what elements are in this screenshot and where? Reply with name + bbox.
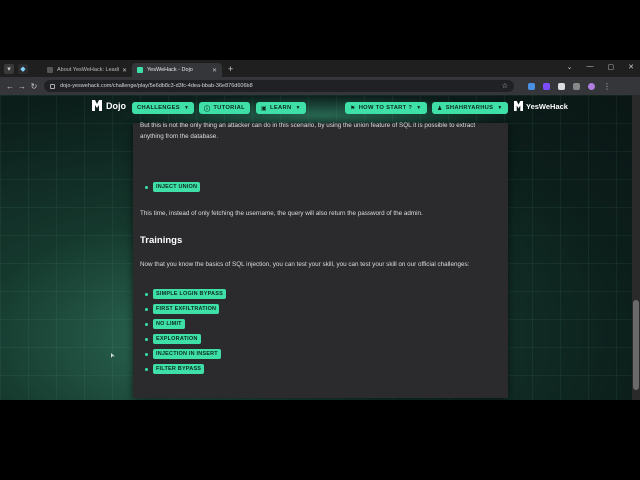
challenge-first-exfiltration-link[interactable]: FIRST EXFILTRATION <box>153 304 220 314</box>
user-icon: ♟ <box>437 105 443 112</box>
paragraph-password: This time, instead of only fetching the … <box>140 210 423 217</box>
window-controls: ⌄ — ▢ ✕ <box>567 63 634 71</box>
new-tab-icon[interactable]: + <box>228 64 233 74</box>
bullet <box>145 367 148 371</box>
scrollbar-thumb[interactable] <box>633 300 639 390</box>
close-tab-icon[interactable]: ✕ <box>212 67 217 74</box>
logo-text: Dojo <box>106 100 126 111</box>
challenges-label: CHALLENGES <box>137 105 180 111</box>
user-menu-button[interactable]: ♟ SHAHRYARHUS ▼ <box>432 102 508 114</box>
site-navbar: Dojo CHALLENGES ▼ ⓘ TUTORIAL ▣ LEARN ▼ ⚑ HOW … <box>0 95 640 119</box>
close-tab-icon[interactable]: ✕ <box>122 67 127 74</box>
pinned-tab-icon[interactable]: ◆ <box>18 63 28 74</box>
chevron-down-icon[interactable]: ⌄ <box>567 63 573 71</box>
bullet <box>145 307 148 311</box>
dojo-logo[interactable]: Dojo <box>92 100 126 111</box>
close-icon[interactable]: ✕ <box>628 63 634 71</box>
letterbox-bottom <box>0 400 640 480</box>
inject-union-link[interactable]: INJECT UNION <box>153 182 201 192</box>
yeswehack-logo-icon <box>514 101 523 111</box>
forward-icon[interactable]: → <box>16 82 28 91</box>
challenge-exploration-link[interactable]: EXPLORATION <box>153 334 201 344</box>
bookmark-star-icon[interactable]: ☆ <box>502 82 508 90</box>
bullet <box>145 352 148 356</box>
page-viewport: Dojo CHALLENGES ▼ ⓘ TUTORIAL ▣ LEARN ▼ ⚑ HOW … <box>0 95 640 400</box>
letterbox-top <box>0 0 640 60</box>
tab-about-yeswehack[interactable]: About YesWeHack: Leading Bu ✕ <box>42 63 132 77</box>
maximize-icon[interactable]: ▢ <box>608 63 615 71</box>
bullet <box>145 185 148 189</box>
tutorial-content-card: But this is not the only thing an attack… <box>133 122 508 398</box>
tutorial-label: TUTORIAL <box>213 105 245 111</box>
learn-label: LEARN <box>269 105 292 111</box>
extension-icon[interactable] <box>528 82 535 90</box>
caret-down-icon: ▼ <box>497 105 503 111</box>
page-scrollbar[interactable] <box>632 95 640 400</box>
extension-icon[interactable] <box>543 82 550 90</box>
caret-down-icon: ▼ <box>183 105 190 111</box>
flag-icon: ⚑ <box>350 105 356 112</box>
url-text: dojo-yeswehack.com/challenge/play/5e6db8… <box>60 83 253 89</box>
caret-down-icon: ▼ <box>295 105 301 111</box>
site-info-icon[interactable] <box>50 83 55 89</box>
paragraph-union: But this is not the only thing an attack… <box>140 122 476 140</box>
tab-title: About YesWeHack: Leading Bu <box>57 67 119 73</box>
extensions-puzzle-icon[interactable] <box>573 82 580 90</box>
info-icon: ⓘ <box>204 106 211 113</box>
tab-title: YesWeHack - Dojo <box>147 67 193 73</box>
username-label: SHAHRYARHUS <box>445 105 494 111</box>
favicon-icon <box>137 67 143 73</box>
caret-down-icon: ▼ <box>416 105 422 111</box>
brand-text: YesWeHack <box>526 101 568 111</box>
tab-strip: ▾ ◆ About YesWeHack: Leading Bu ✕ YesWeH… <box>0 60 640 77</box>
extension-icon[interactable] <box>558 82 565 90</box>
menu-icon[interactable]: ⋮ <box>601 82 613 91</box>
tutorial-button[interactable]: ⓘ TUTORIAL <box>199 102 250 114</box>
challenge-no-limit-link[interactable]: NO LIMIT <box>153 319 185 329</box>
minimize-icon[interactable]: — <box>587 63 594 71</box>
challenge-injection-in-insert-link[interactable]: INJECTION IN INSERT <box>153 349 221 359</box>
list-item: FILTER BYPASS <box>145 364 205 374</box>
list-item: SIMPLE LOGIN BYPASS <box>145 289 226 299</box>
bullet <box>145 322 148 326</box>
learn-menu-button[interactable]: ▣ LEARN ▼ <box>256 102 306 114</box>
list-item: INJECT UNION <box>145 182 201 192</box>
challenge-simple-login-bypass-link[interactable]: SIMPLE LOGIN BYPASS <box>153 289 226 299</box>
yeswehack-brand[interactable]: YesWeHack <box>514 101 568 111</box>
list-item: NO LIMIT <box>145 319 185 329</box>
paragraph-trainings: Now that you know the basics of SQL inje… <box>140 261 470 268</box>
challenges-menu-button[interactable]: CHALLENGES ▼ <box>132 102 195 114</box>
favicon-icon <box>47 67 53 73</box>
list-item: INJECTION IN INSERT <box>145 349 221 359</box>
yeswehack-logo-icon <box>92 100 102 111</box>
book-icon: ▣ <box>261 105 267 112</box>
browser-window: ▾ ◆ About YesWeHack: Leading Bu ✕ YesWeH… <box>0 60 640 400</box>
address-bar[interactable]: dojo-yeswehack.com/challenge/play/5e6db8… <box>44 80 514 92</box>
tab-dojo[interactable]: YesWeHack - Dojo ✕ <box>132 63 222 77</box>
reload-icon[interactable]: ↻ <box>28 82 40 91</box>
challenge-filter-bypass-link[interactable]: FILTER BYPASS <box>153 364 205 374</box>
how-to-start-menu-button[interactable]: ⚑ HOW TO START ? ▼ <box>345 102 427 114</box>
list-item: EXPLORATION <box>145 334 201 344</box>
bullet <box>145 337 148 341</box>
bullet <box>145 292 148 296</box>
back-icon[interactable]: ← <box>4 82 16 91</box>
list-item: FIRST EXFILTRATION <box>145 304 220 314</box>
profile-avatar[interactable] <box>588 82 595 90</box>
tab-search-icon[interactable]: ▾ <box>4 63 14 74</box>
trainings-heading: Trainings <box>140 235 183 246</box>
how-to-start-label: HOW TO START ? <box>358 105 413 111</box>
browser-toolbar: ← → ↻ dojo-yeswehack.com/challenge/play/… <box>0 77 640 95</box>
